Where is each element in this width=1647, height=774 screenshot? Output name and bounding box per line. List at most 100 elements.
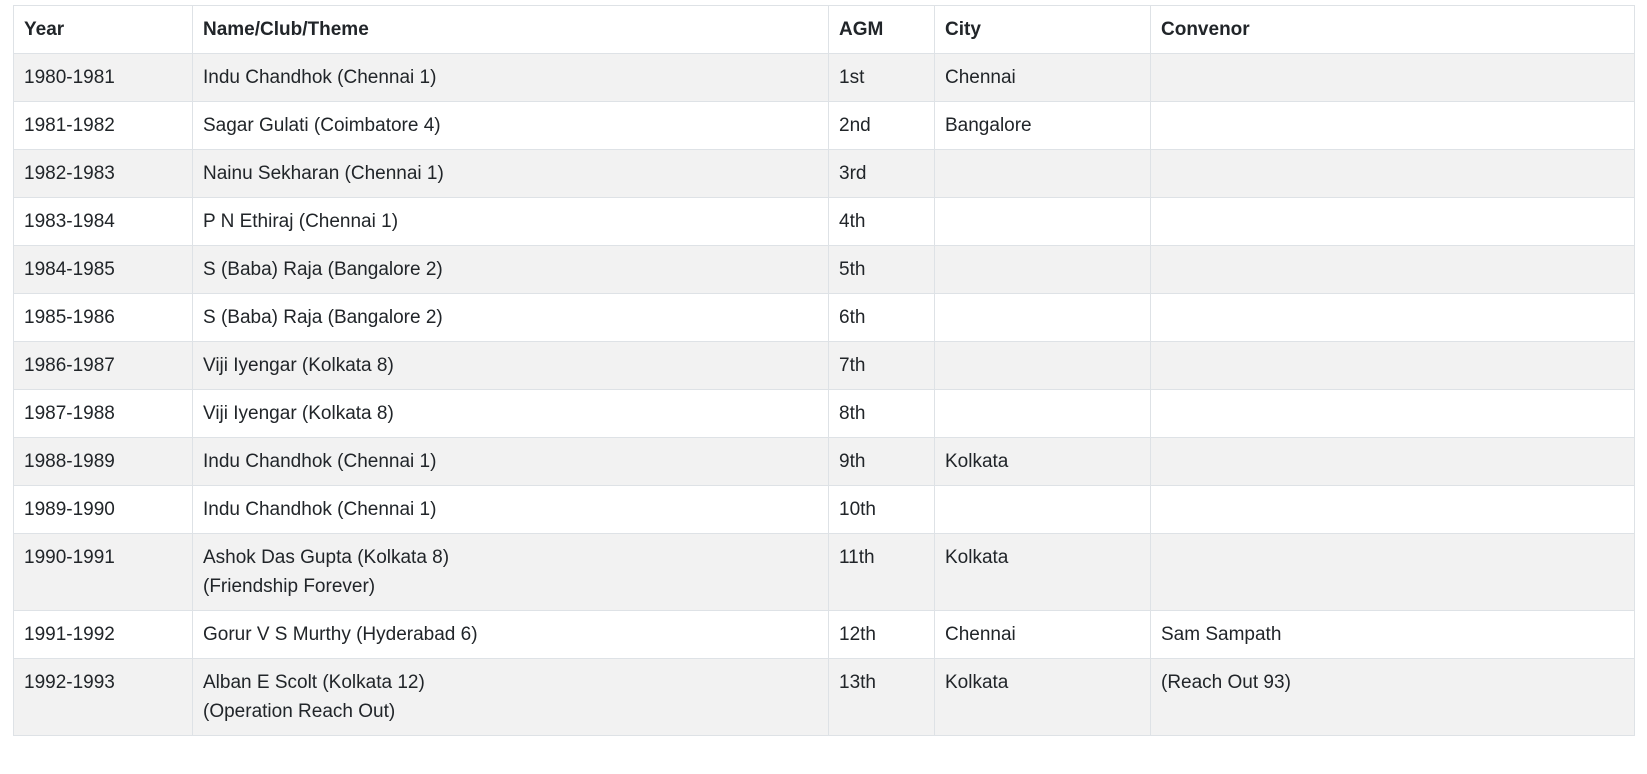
header-convenor: Convenor — [1150, 5, 1635, 54]
table-row: 1991-1992 Gorur V S Murthy (Hyderabad 6) 1… — [13, 610, 1635, 659]
cell-name-club-theme: Indu Chandhok (Chennai 1) — [192, 437, 829, 486]
cell-agm: 6th — [828, 293, 935, 342]
agm-history-table: Year Name/Club/Theme AGM City Convenor 1… — [13, 5, 1635, 736]
cell-city — [934, 149, 1151, 198]
cell-name-club-theme: Gorur V S Murthy (Hyderabad 6) — [192, 610, 829, 659]
cell-year: 1985-1986 — [13, 293, 193, 342]
cell-city: Chennai — [934, 610, 1151, 659]
cell-year: 1986-1987 — [13, 341, 193, 390]
agm-history-table-container: Year Name/Club/Theme AGM City Convenor 1… — [13, 5, 1635, 736]
cell-city — [934, 245, 1151, 294]
cell-year: 1991-1992 — [13, 610, 193, 659]
cell-year: 1992-1993 — [13, 658, 193, 736]
cell-city: Kolkata — [934, 533, 1151, 611]
cell-year: 1989-1990 — [13, 485, 193, 534]
cell-agm: 4th — [828, 197, 935, 246]
header-city: City — [934, 5, 1151, 54]
cell-convenor — [1150, 245, 1635, 294]
cell-convenor — [1150, 485, 1635, 534]
cell-city: Chennai — [934, 53, 1151, 102]
header-name-club-theme: Name/Club/Theme — [192, 5, 829, 54]
cell-convenor — [1150, 437, 1635, 486]
cell-convenor — [1150, 341, 1635, 390]
cell-city: Kolkata — [934, 658, 1151, 736]
name-line: Indu Chandhok (Chennai 1) — [203, 499, 437, 520]
table-header: Year Name/Club/Theme AGM City Convenor — [13, 5, 1635, 54]
table-row: 1989-1990 Indu Chandhok (Chennai 1) 10th — [13, 485, 1635, 534]
name-line: Indu Chandhok (Chennai 1) — [203, 451, 437, 472]
cell-city: Kolkata — [934, 437, 1151, 486]
cell-name-club-theme: Nainu Sekharan (Chennai 1) — [192, 149, 829, 198]
cell-agm: 9th — [828, 437, 935, 486]
cell-convenor — [1150, 533, 1635, 611]
cell-year: 1983-1984 — [13, 197, 193, 246]
name-line: Ashok Das Gupta (Kolkata 8) — [203, 547, 450, 568]
cell-city — [934, 389, 1151, 438]
cell-convenor — [1150, 53, 1635, 102]
table-row: 1980-1981 Indu Chandhok (Chennai 1) 1st Che… — [13, 53, 1635, 102]
cell-agm: 1st — [828, 53, 935, 102]
cell-year: 1980-1981 — [13, 53, 193, 102]
name-line: Nainu Sekharan (Chennai 1) — [203, 163, 444, 184]
cell-convenor: (Reach Out 93) — [1150, 658, 1635, 736]
cell-year: 1990-1991 — [13, 533, 193, 611]
cell-convenor — [1150, 293, 1635, 342]
name-line: (Operation Reach Out) — [203, 701, 396, 722]
cell-name-club-theme: Viji Iyengar (Kolkata 8) — [192, 341, 829, 390]
cell-year: 1984-1985 — [13, 245, 193, 294]
name-line: Viji Iyengar (Kolkata 8) — [203, 355, 394, 376]
name-line: Viji Iyengar (Kolkata 8) — [203, 403, 394, 424]
cell-name-club-theme: Sagar Gulati (Coimbatore 4) — [192, 101, 829, 150]
cell-convenor — [1150, 197, 1635, 246]
cell-name-club-theme: Indu Chandhok (Chennai 1) — [192, 485, 829, 534]
cell-city — [934, 485, 1151, 534]
cell-year: 1987-1988 — [13, 389, 193, 438]
table-row: 1982-1983 Nainu Sekharan (Chennai 1) 3rd — [13, 149, 1635, 198]
cell-convenor: Sam Sampath — [1150, 610, 1635, 659]
cell-agm: 13th — [828, 658, 935, 736]
table-row: 1983-1984 P N Ethiraj (Chennai 1) 4th — [13, 197, 1635, 246]
name-line: (Friendship Forever) — [203, 576, 376, 597]
table-row: 1990-1991 Ashok Das Gupta (Kolkata 8) (Fri… — [13, 533, 1635, 611]
cell-name-club-theme: Alban E Scolt (Kolkata 12) (Operation Rea… — [192, 658, 829, 736]
table-row: 1992-1993 Alban E Scolt (Kolkata 12) (Oper… — [13, 658, 1635, 736]
cell-agm: 3rd — [828, 149, 935, 198]
cell-name-club-theme: S (Baba) Raja (Bangalore 2) — [192, 245, 829, 294]
table-row: 1988-1989 Indu Chandhok (Chennai 1) 9th Kol… — [13, 437, 1635, 486]
cell-name-club-theme: P N Ethiraj (Chennai 1) — [192, 197, 829, 246]
header-row: Year Name/Club/Theme AGM City Convenor — [13, 5, 1635, 54]
cell-city — [934, 197, 1151, 246]
name-line: S (Baba) Raja (Bangalore 2) — [203, 259, 443, 280]
cell-name-club-theme: Indu Chandhok (Chennai 1) — [192, 53, 829, 102]
cell-convenor — [1150, 389, 1635, 438]
header-agm: AGM — [828, 5, 935, 54]
cell-name-club-theme: Viji Iyengar (Kolkata 8) — [192, 389, 829, 438]
name-line: S (Baba) Raja (Bangalore 2) — [203, 307, 443, 328]
header-year: Year — [13, 5, 193, 54]
cell-agm: 10th — [828, 485, 935, 534]
cell-agm: 7th — [828, 341, 935, 390]
cell-convenor — [1150, 149, 1635, 198]
table-body: 1980-1981 Indu Chandhok (Chennai 1) 1st Che… — [13, 53, 1635, 736]
table-row: 1987-1988 Viji Iyengar (Kolkata 8) 8th — [13, 389, 1635, 438]
cell-city — [934, 293, 1151, 342]
cell-agm: 2nd — [828, 101, 935, 150]
cell-agm: 12th — [828, 610, 935, 659]
cell-year: 1988-1989 — [13, 437, 193, 486]
cell-city — [934, 341, 1151, 390]
cell-name-club-theme: Ashok Das Gupta (Kolkata 8) (Friendship F… — [192, 533, 829, 611]
cell-agm: 8th — [828, 389, 935, 438]
cell-agm: 5th — [828, 245, 935, 294]
cell-year: 1981-1982 — [13, 101, 193, 150]
table-row: 1984-1985 S (Baba) Raja (Bangalore 2) 5th — [13, 245, 1635, 294]
table-row: 1981-1982 Sagar Gulati (Coimbatore 4) 2nd B… — [13, 101, 1635, 150]
table-row: 1986-1987 Viji Iyengar (Kolkata 8) 7th — [13, 341, 1635, 390]
name-line: Sagar Gulati (Coimbatore 4) — [203, 115, 441, 136]
cell-city: Bangalore — [934, 101, 1151, 150]
cell-agm: 11th — [828, 533, 935, 611]
table-row: 1985-1986 S (Baba) Raja (Bangalore 2) 6th — [13, 293, 1635, 342]
name-line: Gorur V S Murthy (Hyderabad 6) — [203, 624, 478, 645]
name-line: Alban E Scolt (Kolkata 12) — [203, 672, 425, 693]
cell-name-club-theme: S (Baba) Raja (Bangalore 2) — [192, 293, 829, 342]
cell-year: 1982-1983 — [13, 149, 193, 198]
